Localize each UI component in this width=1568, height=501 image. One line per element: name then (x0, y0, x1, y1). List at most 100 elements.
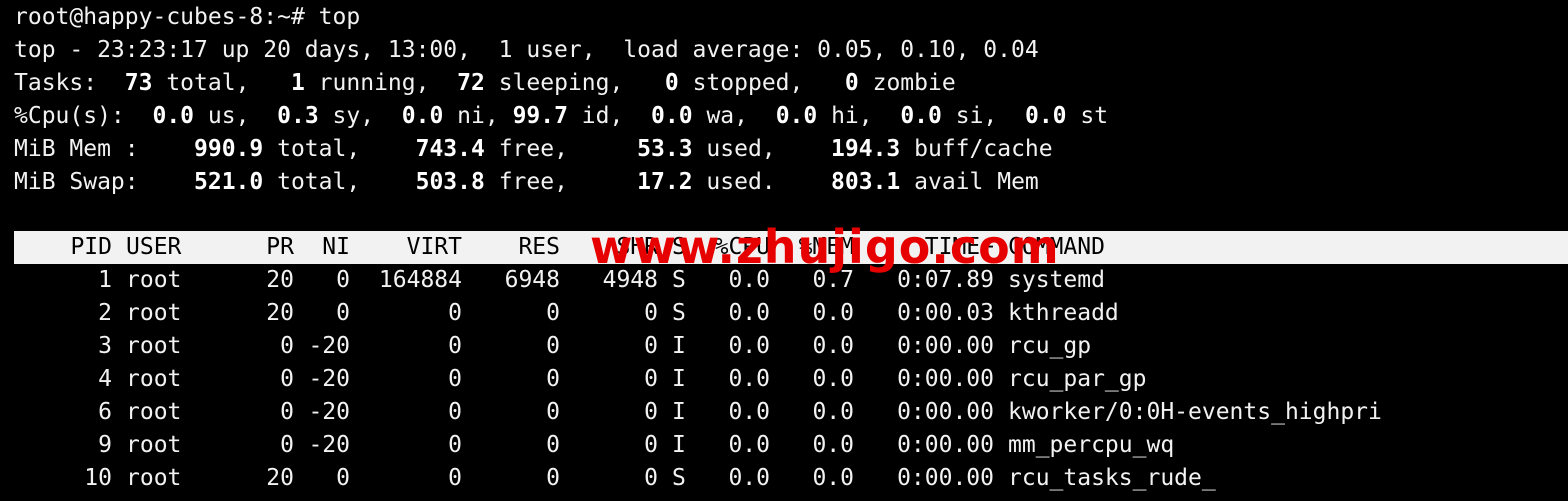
process-command: rcu_tasks_rude_ (1008, 465, 1216, 491)
process-nice: 0 (336, 300, 350, 326)
process-res: 0 (546, 399, 560, 425)
process-priority: 20 (266, 300, 294, 326)
tasks-running-value: 1 (290, 70, 305, 96)
process-time: 0:00.03 (897, 300, 994, 326)
process-pid: 3 (98, 333, 112, 359)
process-shr: 0 (644, 432, 658, 458)
process-pid: 10 (84, 465, 112, 491)
process-shr: 0 (644, 399, 658, 425)
cpu-us-value: 0.0 (152, 103, 195, 129)
process-nice: 0 (336, 267, 350, 293)
process-priority: 0 (280, 399, 294, 425)
process-cpu: 0.0 (728, 399, 770, 425)
process-time: 0:00.00 (897, 465, 994, 491)
terminal-window[interactable]: root@happy-cubes-8:~# top top - 23:23:17… (0, 0, 1568, 501)
process-pid: 4 (98, 366, 112, 392)
memory-line: MiB Mem : 990.9 total, 743.4 free, 53.3 … (14, 133, 1053, 166)
process-time: 0:00.00 (897, 366, 994, 392)
process-res: 0 (546, 432, 560, 458)
uptime-line: top - 23:23:17 up 20 days, 13:00, 1 user… (14, 37, 1039, 63)
process-mem: 0.0 (812, 333, 854, 359)
swap-used-label: used. (692, 169, 832, 195)
process-cpu: 0.0 (728, 300, 770, 326)
process-user: root (126, 267, 182, 293)
swap-avail-label: avail Mem (900, 169, 1039, 195)
cpu-si-value: 0.0 (900, 103, 942, 129)
tasks-total-label: total, (152, 70, 291, 96)
process-user: root (126, 432, 182, 458)
process-row: 4 root 0 -20 0 0 0 I 0.0 0.0 0:00.00 rcu… (14, 363, 1568, 396)
swap-line: MiB Swap: 521.0 total, 503.8 free, 17.2 … (14, 166, 1039, 199)
process-row: 3 root 0 -20 0 0 0 I 0.0 0.0 0:00.00 rcu… (14, 330, 1568, 363)
process-priority: 0 (280, 366, 294, 392)
process-command: systemd (1008, 267, 1105, 293)
process-time: 0:00.00 (897, 399, 994, 425)
tasks-stopped-label: stopped, (678, 70, 845, 96)
process-time: 0:00.00 (897, 333, 994, 359)
column-header-command: COMMAND (1008, 234, 1105, 260)
process-shr: 0 (644, 333, 658, 359)
process-priority: 20 (266, 267, 294, 293)
cpu-label: %Cpu(s): (14, 103, 153, 129)
column-header-res: RES (518, 234, 560, 260)
mem-buff-value: 194.3 (831, 136, 901, 162)
mem-free-label: free, (484, 136, 638, 162)
process-nice: -20 (308, 366, 350, 392)
process-command: kworker/0:0H-events_highpri (1008, 399, 1382, 425)
process-cpu: 0.0 (728, 432, 770, 458)
cpu-st-value: 0.0 (1024, 103, 1067, 129)
column-header-pr: PR (266, 234, 294, 260)
process-virt: 0 (448, 432, 462, 458)
process-nice: 0 (336, 465, 350, 491)
mem-used-label: used, (692, 136, 832, 162)
cpu-us-label: us, (194, 103, 278, 129)
mem-buff-label: buff/cache (900, 136, 1053, 162)
swap-used-value: 17.2 (637, 169, 693, 195)
process-mem: 0.0 (812, 465, 854, 491)
process-command: kthreadd (1008, 300, 1119, 326)
column-header-ni: NI (322, 234, 350, 260)
process-virt: 0 (448, 366, 462, 392)
process-row: 10 root 20 0 0 0 0 S 0.0 0.0 0:00.00 rcu… (14, 462, 1568, 495)
process-mem: 0.0 (812, 432, 854, 458)
swap-label: MiB Swap: (14, 169, 195, 195)
swap-total-label: total, (263, 169, 416, 195)
watermark-text: www.zhujigo.com (590, 220, 1060, 274)
cpu-sy-label: sy, (318, 103, 402, 129)
cpu-hi-label: hi, (817, 103, 901, 129)
process-row: 2 root 20 0 0 0 0 S 0.0 0.0 0:00.03 kthr… (14, 297, 1568, 330)
process-time: 0:00.00 (897, 432, 994, 458)
swap-total-value: 521.0 (194, 169, 264, 195)
process-command: rcu_gp (1008, 333, 1092, 359)
process-res: 0 (546, 366, 560, 392)
process-command: rcu_par_gp (1008, 366, 1147, 392)
process-priority: 0 (280, 432, 294, 458)
tasks-stopped-value: 0 (664, 70, 679, 96)
process-shr: 0 (644, 366, 658, 392)
process-cpu: 0.0 (728, 465, 770, 491)
cpu-ni-label: ni, (443, 103, 513, 129)
tasks-total-value: 73 (110, 70, 153, 96)
process-pid: 1 (98, 267, 112, 293)
process-row: 9 root 0 -20 0 0 0 I 0.0 0.0 0:00.00 mm_… (14, 429, 1568, 462)
process-shr: 0 (644, 465, 658, 491)
column-header-user: USER (126, 234, 182, 260)
process-virt: 0 (448, 465, 462, 491)
swap-free-value: 503.8 (415, 169, 485, 195)
tasks-line: Tasks: 73 total, 1 running, 72 sleeping,… (14, 67, 956, 100)
process-priority: 20 (266, 465, 294, 491)
cpu-st-label: st (1066, 103, 1109, 129)
process-nice: -20 (308, 399, 350, 425)
mem-total-label: total, (263, 136, 416, 162)
process-state: S (672, 465, 686, 491)
tasks-label: Tasks: (14, 70, 111, 96)
tasks-sleeping-value: 72 (457, 70, 485, 96)
process-state: I (672, 432, 686, 458)
process-virt: 0 (448, 399, 462, 425)
mem-free-value: 743.4 (415, 136, 485, 162)
process-cpu: 0.0 (728, 366, 770, 392)
shell-prompt-line: root@happy-cubes-8:~# top (14, 4, 361, 30)
swap-avail-value: 803.1 (831, 169, 901, 195)
cpu-wa-value: 0.0 (651, 103, 693, 129)
process-row: 6 root 0 -20 0 0 0 I 0.0 0.0 0:00.00 kwo… (14, 396, 1568, 429)
